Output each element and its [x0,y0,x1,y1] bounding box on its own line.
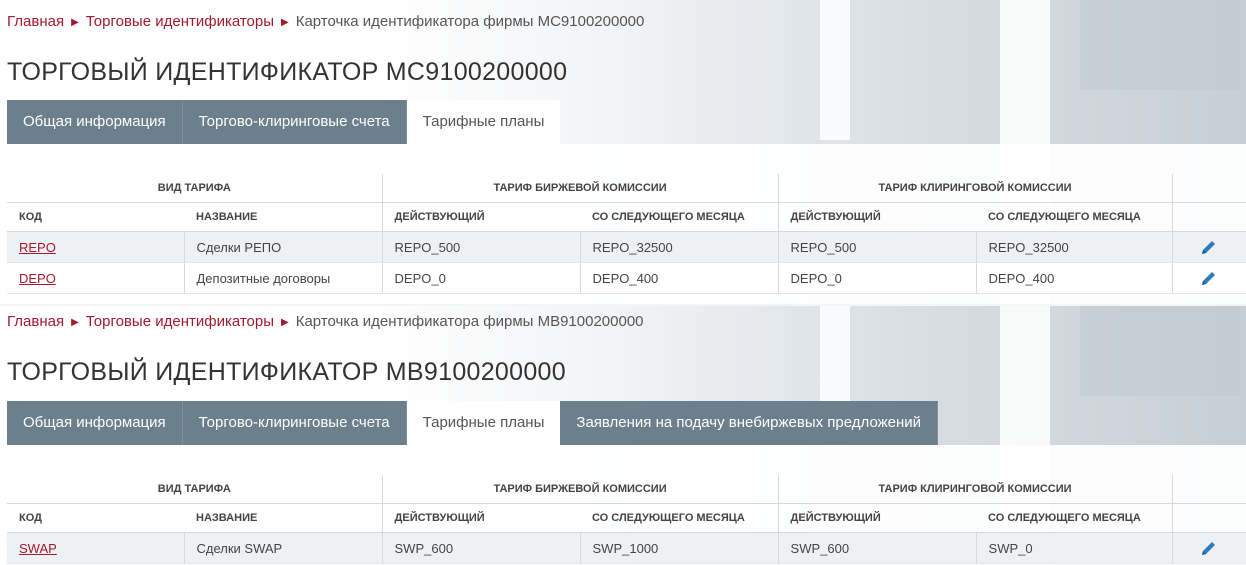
edit-pencil-icon[interactable] [1200,539,1218,557]
exchange-next-cell: DEPO_400 [579,262,779,294]
tariff-card-panel-mc: Главная ▶ Торговые идентификаторы ▶ Карточка… [0,0,1246,304]
tab-tariff-plans[interactable]: Тарифные планы [406,100,561,144]
group-header-tariff-type: ВИД ТАРИФА [7,475,383,504]
tariff-table-container: ВИД ТАРИФА ТАРИФ БИРЖЕВОЙ КОМИССИИ ТАРИФ… [7,445,1246,565]
background-decoration [820,0,850,140]
tariff-code-link[interactable]: SWAP [19,541,57,556]
tab-general-info[interactable]: Общая информация [7,100,183,144]
group-header-exchange-fee: ТАРИФ БИРЖЕВОЙ КОМИССИИ [381,475,779,504]
tariff-code-link[interactable]: DEPO [19,271,56,286]
clearing-current-cell: REPO_500 [777,231,977,263]
column-header-exchange-next: СО СЛЕДУЮЩЕГО МЕСЯЦА [580,503,779,533]
table-group-header-row: ВИД ТАРИФА ТАРИФ БИРЖЕВОЙ КОМИССИИ ТАРИФ… [7,174,1246,203]
breadcrumb: Главная ▶ Торговые идентификаторы ▶ Карточка… [7,13,644,30]
exchange-current-cell: REPO_500 [381,231,581,263]
clearing-next-cell: SWP_0 [975,532,1173,564]
table-group-header-row: ВИД ТАРИФА ТАРИФ БИРЖЕВОЙ КОМИССИИ ТАРИФ… [7,475,1246,504]
column-header-exchange-current: ДЕЙСТВУЮЩИЙ [381,202,581,232]
breadcrumb-trade-ids-link[interactable]: Торговые идентификаторы [86,13,274,30]
group-header-actions [1171,174,1246,203]
tariff-name-cell: Сделки РЕПО [183,231,383,263]
column-header-clearing-next: СО СЛЕДУЮЩЕГО МЕСЯЦА [976,503,1173,533]
exchange-current-cell: SWP_600 [381,532,581,564]
edit-pencil-icon[interactable] [1200,269,1218,287]
column-header-exchange-current: ДЕЙСТВУЮЩИЙ [381,503,581,533]
table-column-header-row: КОД НАЗВАНИЕ ДЕЙСТВУЮЩИЙ СО СЛЕДУЮЩЕГО М… [7,202,1246,232]
tariff-name-cell: Сделки SWAP [183,532,383,564]
column-header-actions [1171,503,1246,533]
tab-bar: Общая информация Торгово-клиринговые сче… [7,401,939,445]
column-header-clearing-current: ДЕЙСТВУЮЩИЙ [777,202,977,232]
table-column-header-row: КОД НАЗВАНИЕ ДЕЙСТВУЮЩИЙ СО СЛЕДУЮЩЕГО М… [7,503,1246,533]
column-header-name: НАЗВАНИЕ [184,503,383,533]
column-header-actions [1171,202,1246,232]
tariff-table: ВИД ТАРИФА ТАРИФ БИРЖЕВОЙ КОМИССИИ ТАРИФ… [7,475,1246,564]
tab-otc-offer-applications[interactable]: Заявления на подачу внебиржевых предложе… [560,401,939,445]
column-header-exchange-next: СО СЛЕДУЮЩЕГО МЕСЯЦА [580,202,779,232]
tariff-name-cell: Депозитные договоры [183,262,383,294]
clearing-next-cell: DEPO_400 [975,262,1173,294]
group-header-clearing-fee: ТАРИФ КЛИРИНГОВОЙ КОМИССИИ [777,475,1173,504]
group-header-tariff-type: ВИД ТАРИФА [7,174,383,203]
breadcrumb-current: Карточка идентификатора фирмы MC91002000… [295,13,645,30]
tariff-table: ВИД ТАРИФА ТАРИФ БИРЖЕВОЙ КОМИССИИ ТАРИФ… [7,174,1246,294]
tab-bar: Общая информация Торгово-клиринговые сче… [7,100,561,144]
breadcrumb-separator-icon: ▶ [71,17,79,28]
group-header-exchange-fee: ТАРИФ БИРЖЕВОЙ КОМИССИИ [381,174,779,203]
page-title: ТОРГОВЫЙ ИДЕНТИФИКАТОР MB9100200000 [7,358,566,386]
tab-tariff-plans[interactable]: Тарифные планы [406,401,561,445]
exchange-next-cell: SWP_1000 [579,532,779,564]
table-row: REPO Сделки РЕПО REPO_500 REPO_32500 REP… [7,231,1246,263]
tab-trading-clearing-accounts[interactable]: Торгово-клиринговые счета [182,401,407,445]
column-header-clearing-current: ДЕЙСТВУЮЩИЙ [777,503,977,533]
breadcrumb-separator-icon: ▶ [71,317,79,328]
breadcrumb-home-link[interactable]: Главная [7,13,64,30]
edit-pencil-icon[interactable] [1200,238,1218,256]
breadcrumb: Главная ▶ Торговые идентификаторы ▶ Карточка… [7,313,644,330]
background-decoration [1080,306,1240,396]
breadcrumb-separator-icon: ▶ [281,17,289,28]
column-header-code: КОД [7,503,184,533]
exchange-next-cell: REPO_32500 [579,231,779,263]
tariff-card-panel-mb: Главная ▶ Торговые идентификаторы ▶ Карточка… [0,306,1246,565]
column-header-code: КОД [7,202,184,232]
column-header-name: НАЗВАНИЕ [184,202,383,232]
tariff-code-link[interactable]: REPO [19,240,56,255]
table-row: SWAP Сделки SWAP SWP_600 SWP_1000 SWP_60… [7,532,1246,564]
tab-general-info[interactable]: Общая информация [7,401,183,445]
clearing-current-cell: SWP_600 [777,532,977,564]
background-decoration [1080,0,1240,90]
breadcrumb-home-link[interactable]: Главная [7,313,64,330]
breadcrumb-trade-ids-link[interactable]: Торговые идентификаторы [86,313,274,330]
exchange-current-cell: DEPO_0 [381,262,581,294]
table-row: DEPO Депозитные договоры DEPO_0 DEPO_400… [7,262,1246,294]
group-header-actions [1171,475,1246,504]
breadcrumb-separator-icon: ▶ [281,317,289,328]
column-header-clearing-next: СО СЛЕДУЮЩЕГО МЕСЯЦА [976,202,1173,232]
clearing-current-cell: DEPO_0 [777,262,977,294]
group-header-clearing-fee: ТАРИФ КЛИРИНГОВОЙ КОМИССИИ [777,174,1173,203]
clearing-next-cell: REPO_32500 [975,231,1173,263]
tab-trading-clearing-accounts[interactable]: Торгово-клиринговые счета [182,100,407,144]
page-title: ТОРГОВЫЙ ИДЕНТИФИКАТОР MC9100200000 [7,58,568,86]
breadcrumb-current: Карточка идентификатора фирмы MB91002000… [295,313,644,330]
tariff-table-container: ВИД ТАРИФА ТАРИФ БИРЖЕВОЙ КОМИССИИ ТАРИФ… [7,144,1246,304]
